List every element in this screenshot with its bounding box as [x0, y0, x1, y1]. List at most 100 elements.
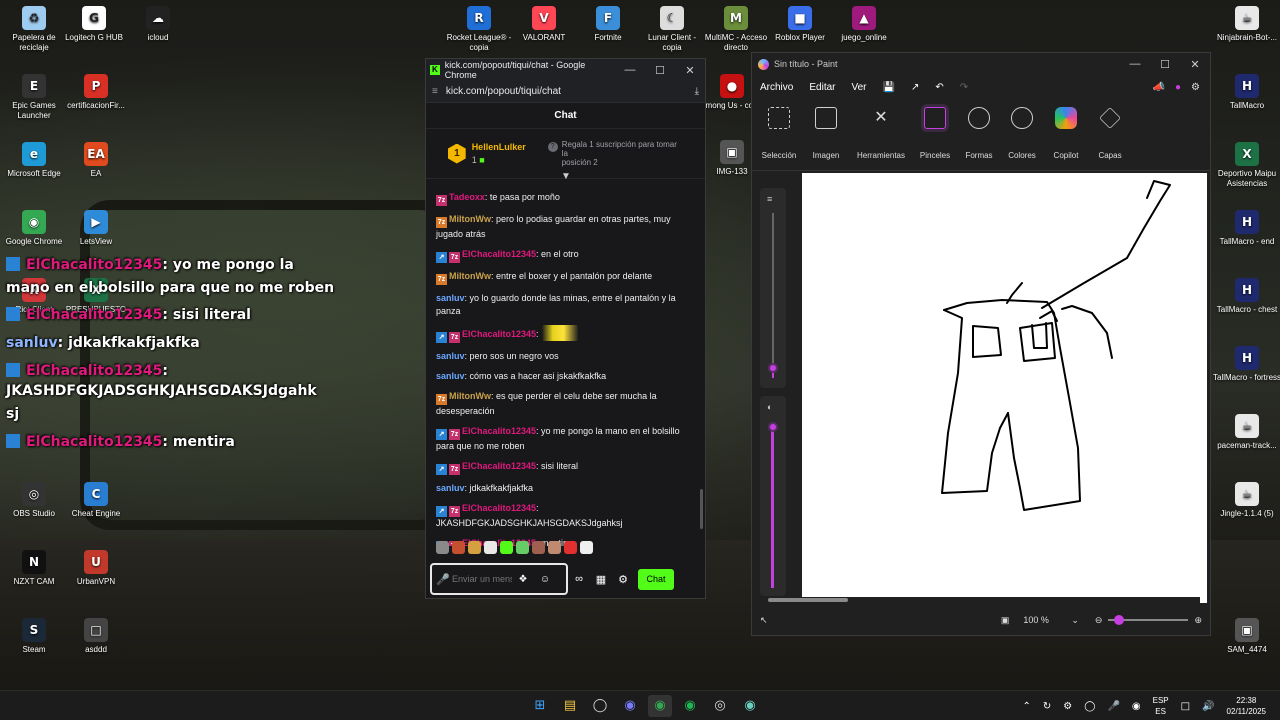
desktop-shortcut[interactable]: e Microsoft Edge: [0, 142, 68, 179]
emote-item[interactable]: [452, 541, 465, 554]
mic-tray-icon[interactable]: 🎤: [1107, 701, 1119, 712]
ribbon-herramientas[interactable]: ✕ Herramientas: [850, 99, 912, 170]
url-text[interactable]: kick.com/popout/tiqui/chat: [446, 86, 561, 97]
obs-taskbar-icon[interactable]: ◎: [708, 695, 732, 717]
undo-icon[interactable]: ↶: [935, 82, 943, 93]
volume-icon[interactable]: 🔊: [1202, 701, 1214, 712]
clock[interactable]: 22:38 02/11/2025: [1227, 695, 1266, 717]
chat-username[interactable]: ElChacalito12345: [462, 503, 536, 513]
desktop-shortcut[interactable]: ☾ Lunar Client - copia: [638, 6, 706, 53]
desktop-shortcut[interactable]: ▶ LetsView: [62, 210, 130, 247]
desktop-shortcut[interactable]: G Logitech G HUB: [60, 6, 128, 43]
sync-icon[interactable]: ↻: [1043, 701, 1051, 712]
steam-tray-icon[interactable]: ◉: [1132, 701, 1141, 712]
desktop-shortcut[interactable]: ☕ Ninjabrain-Bot-...: [1213, 6, 1280, 43]
chat-username[interactable]: MiltonWw: [449, 214, 491, 224]
menu-archivo[interactable]: Archivo: [760, 82, 793, 93]
desktop-shortcut[interactable]: V VALORANT: [510, 6, 578, 43]
chrome-taskbar-icon[interactable]: ◉: [648, 695, 672, 717]
minimize-button[interactable]: —: [615, 64, 645, 77]
site-info-icon[interactable]: ≡: [432, 86, 438, 97]
chat-username[interactable]: sanluv: [436, 293, 465, 303]
desktop-shortcut[interactable]: U UrbanVPN: [62, 550, 130, 587]
zoom-in-icon[interactable]: ⊕: [1194, 615, 1202, 626]
emoji-icon[interactable]: ☺: [534, 574, 556, 585]
emote-item[interactable]: [516, 541, 529, 554]
ribbon-pinceles[interactable]: Pinceles: [912, 99, 958, 170]
ribbon-imagen[interactable]: Imagen: [802, 99, 850, 170]
desktop-shortcut[interactable]: ▣ SAM_4474: [1213, 618, 1280, 655]
emote-item[interactable]: [436, 541, 449, 554]
desktop-shortcut[interactable]: ▲ juego_online: [830, 6, 898, 43]
monitor-icon[interactable]: □: [1181, 701, 1190, 712]
chat-message-input[interactable]: [452, 574, 512, 584]
emote-item[interactable]: [532, 541, 545, 554]
desktop-shortcut[interactable]: PcertificacionFir...: [62, 74, 130, 111]
desktop-shortcut[interactable]: E Epic Games Launcher: [0, 74, 68, 121]
close-button[interactable]: ✕: [1180, 58, 1210, 71]
desktop-shortcut[interactable]: ◎ OBS Studio: [0, 482, 68, 519]
gift-prompt[interactable]: ? Regala 1 suscripción para tomar la pos…: [547, 140, 683, 167]
ribbon-seleccion[interactable]: Selección: [756, 99, 802, 170]
save-icon[interactable]: 💾: [883, 82, 895, 93]
ribbon-colores[interactable]: Colores: [1000, 99, 1044, 170]
emote-item[interactable]: [564, 541, 577, 554]
ribbon-copilot[interactable]: Copilot: [1044, 99, 1088, 170]
minimize-button[interactable]: —: [1120, 58, 1150, 71]
brush-opacity-slider[interactable]: ◐: [760, 396, 786, 596]
chat-username[interactable]: ElChacalito12345: [462, 249, 536, 259]
spotify-icon[interactable]: ◉: [678, 695, 702, 717]
chat-username[interactable]: Tadeoxx: [449, 192, 485, 202]
kick-emote-icon[interactable]: ❖: [512, 574, 534, 585]
file-explorer-icon[interactable]: ▤: [558, 695, 582, 717]
download-icon[interactable]: ⤓: [695, 86, 699, 97]
desktop-shortcut[interactable]: R Rocket League® - copia: [445, 6, 513, 53]
chrome-titlebar[interactable]: K kick.com/popout/tiqui/chat - Google Ch…: [426, 59, 705, 81]
announce-icon[interactable]: 📣: [1153, 82, 1165, 93]
desktop-shortcut[interactable]: H TallMacro - chest: [1213, 278, 1280, 315]
discord-icon[interactable]: ◉: [618, 695, 642, 717]
brush-size-slider[interactable]: ≡: [760, 188, 786, 388]
emote-item[interactable]: [484, 541, 497, 554]
desktop-shortcut[interactable]: ◉ Google Chrome: [0, 210, 68, 247]
share-icon[interactable]: ↗: [911, 82, 919, 93]
language-indicator[interactable]: ESP ES: [1153, 695, 1169, 717]
emote-item[interactable]: [580, 541, 593, 554]
chat-input-box[interactable]: 🎤 ❖ ☺: [430, 563, 568, 595]
start-icon[interactable]: ⊞: [528, 695, 552, 717]
chat-username[interactable]: MiltonWw: [449, 391, 491, 401]
desktop-shortcut[interactable]: □ asddd: [62, 618, 130, 655]
menu-ver[interactable]: Ver: [851, 82, 866, 93]
chat-username[interactable]: sanluv: [436, 371, 465, 381]
settings-icon[interactable]: ⚙: [1191, 82, 1200, 93]
network-tray-icon[interactable]: ⚙: [1063, 701, 1072, 712]
redo-icon[interactable]: ↷: [960, 82, 968, 93]
canvas-hscrollbar[interactable]: [760, 597, 1200, 603]
desktop-shortcut[interactable]: F Fortnite: [574, 6, 642, 43]
app-taskbar-icon[interactable]: ◉: [738, 695, 762, 717]
chat-username[interactable]: ElChacalito12345: [462, 461, 536, 471]
desktop-shortcut[interactable]: ♻ Papelera de reciclaje: [0, 6, 68, 53]
ribbon-capas[interactable]: Capas: [1088, 99, 1132, 170]
maximize-button[interactable]: ☐: [645, 64, 675, 77]
gear-icon[interactable]: ⚙: [612, 573, 634, 586]
chevron-up-icon[interactable]: ⌃: [1022, 701, 1030, 712]
zoom-select[interactable]: 100 %: [1017, 611, 1063, 629]
menu-editar[interactable]: Editar: [809, 82, 835, 93]
desktop-shortcut[interactable]: ■ Roblox Player: [766, 6, 834, 43]
account-icon[interactable]: ●: [1175, 82, 1181, 93]
address-bar[interactable]: ≡ kick.com/popout/tiqui/chat ⤓: [426, 81, 705, 103]
zoom-out-icon[interactable]: ⊖: [1095, 615, 1103, 626]
chat-username[interactable]: sanluv: [436, 351, 465, 361]
shield-icon[interactable]: ◯: [1084, 701, 1095, 712]
drawing-canvas[interactable]: [802, 173, 1207, 603]
chat-username[interactable]: MiltonWw: [449, 271, 491, 281]
chat-username[interactable]: ElChacalito12345: [462, 426, 536, 436]
desktop-shortcut[interactable]: S Steam: [0, 618, 68, 655]
store-icon[interactable]: ▦: [590, 573, 612, 586]
emote-item[interactable]: [468, 541, 481, 554]
emote-item[interactable]: [548, 541, 561, 554]
paint-titlebar[interactable]: Sin título - Paint — ☐ ✕: [752, 53, 1210, 75]
zoom-slider[interactable]: [1108, 615, 1189, 625]
pinned-user[interactable]: HellenLulker: [472, 142, 526, 152]
